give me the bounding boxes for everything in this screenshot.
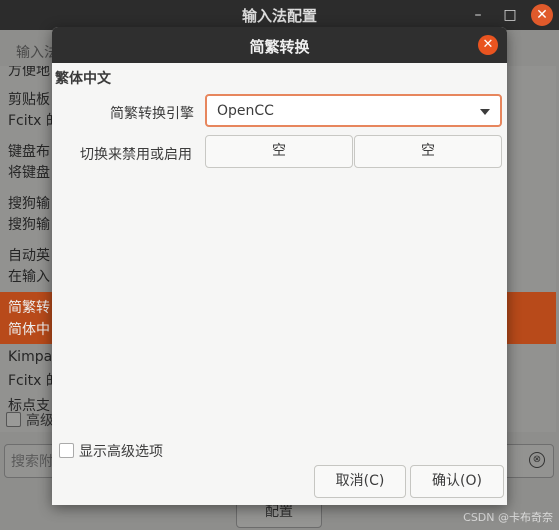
- cancel-button[interactable]: 取消(C): [314, 465, 406, 498]
- section-title: 繁体中文: [55, 71, 111, 87]
- list-item-title: 自动英: [8, 248, 50, 264]
- list-item-title: 方便地: [8, 66, 50, 79]
- list-item-title: 简繁转: [8, 300, 50, 316]
- minimize-icon[interactable]: –: [467, 4, 489, 26]
- chevron-down-icon: [480, 109, 490, 115]
- dialog-close-icon[interactable]: ✕: [478, 35, 498, 55]
- toggle-hotkey-label: 切换来禁用或启用: [80, 147, 192, 163]
- maximize-icon[interactable]: □: [499, 4, 521, 26]
- window-close-icon[interactable]: ✕: [531, 4, 553, 26]
- list-item-desc: 简体中: [8, 322, 50, 338]
- list-item-title: 剪贴板: [8, 92, 50, 108]
- background-titlebar: 输入法配置 – □ ✕: [0, 0, 559, 30]
- list-item-desc: 在输入: [8, 269, 50, 285]
- dialog-title: 简繁转换: [249, 38, 310, 56]
- chttrans-dialog: 简繁转换 ✕ 繁体中文 简繁转换引擎 OpenCC 切换来禁用或启用 空 空 显…: [52, 27, 507, 505]
- ok-button[interactable]: 确认(O): [410, 465, 504, 498]
- dialog-titlebar: 简繁转换 ✕: [52, 27, 507, 63]
- list-item-title: 键盘布: [8, 144, 50, 160]
- search-placeholder: 搜索附: [11, 454, 53, 470]
- hotkey-button-2[interactable]: 空: [354, 135, 502, 168]
- hotkey-button-1[interactable]: 空: [205, 135, 353, 168]
- clear-icon[interactable]: ⊗: [529, 452, 545, 468]
- list-item-desc: 搜狗输: [8, 217, 50, 233]
- checkbox-label: 高级: [26, 413, 54, 429]
- list-item-desc: 将键盘: [8, 165, 50, 181]
- show-advanced-checkbox[interactable]: [59, 443, 74, 458]
- engine-select-value: OpenCC: [217, 103, 274, 119]
- list-item-title: 搜狗输: [8, 196, 50, 212]
- watermark: CSDN @卡布奇奈: [463, 511, 553, 524]
- engine-select[interactable]: OpenCC: [205, 94, 502, 127]
- show-advanced-label: 显示高级选项: [79, 444, 163, 460]
- checkbox[interactable]: [6, 412, 21, 427]
- engine-label: 简繁转换引擎: [110, 106, 194, 122]
